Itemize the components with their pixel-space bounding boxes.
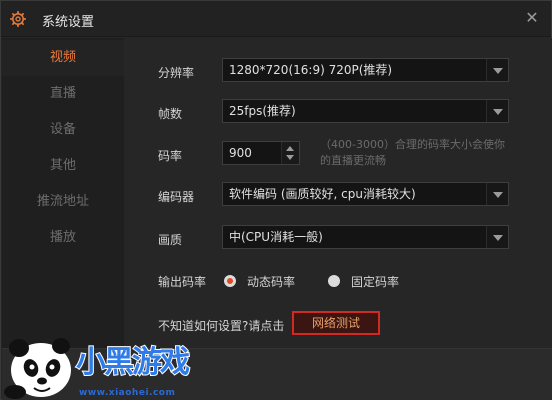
window-title: 系统设置 [42, 15, 95, 30]
resolution-label: 分辨率 [158, 66, 195, 80]
encoder-value: 软件编码 (画质较好, cpu消耗较大) [229, 187, 416, 201]
close-button[interactable]: ✕ [523, 9, 541, 27]
bitrate-value: 900 [229, 146, 252, 160]
sidebar-item-live[interactable]: 直播 [2, 76, 124, 112]
sidebar-item-other[interactable]: 其他 [2, 148, 124, 184]
bitrate-label: 码率 [158, 149, 183, 163]
network-test-button[interactable]: 网络测试 [292, 311, 380, 335]
close-icon: ✕ [525, 8, 539, 27]
fixed-bitrate-label[interactable]: 固定码率 [351, 273, 399, 290]
bitrate-stepper[interactable] [281, 142, 299, 164]
dynamic-bitrate-radio[interactable] [224, 275, 236, 287]
chevron-down-icon [486, 183, 508, 205]
chevron-down-icon [486, 59, 508, 81]
bitrate-input[interactable]: 900 [222, 141, 300, 165]
quality-value: 中(CPU消耗一般) [229, 230, 323, 244]
chevron-down-icon [486, 226, 508, 248]
bitrate-hint: （400-3000）合理的码率大小会使你的直播更流畅 [320, 138, 505, 167]
chevron-down-icon[interactable] [286, 155, 294, 160]
output-bitrate-label: 输出码率 [158, 275, 207, 289]
resolution-value: 1280*720(16:9) 720P(推荐) [229, 63, 393, 77]
encoder-label: 编码器 [158, 190, 195, 204]
quality-label: 画质 [158, 233, 183, 247]
gear-icon [10, 11, 26, 27]
settings-window: 系统设置 ✕ 视频 直播 设备 其他 推流地址 播放 分辨率 1280*720(… [0, 0, 552, 400]
encoder-select[interactable]: 软件编码 (画质较好, cpu消耗较大) [222, 182, 509, 206]
brand-text: 小黑游戏 [75, 344, 191, 381]
chevron-down-icon [486, 100, 508, 122]
resolution-select[interactable]: 1280*720(16:9) 720P(推荐) [222, 58, 509, 82]
brand-url: www.xiaohei.com [79, 388, 176, 398]
quality-select[interactable]: 中(CPU消耗一般) [222, 225, 509, 249]
dynamic-bitrate-label[interactable]: 动态码率 [247, 273, 295, 290]
sidebar-item-device[interactable]: 设备 [2, 112, 124, 148]
sidebar-item-playback[interactable]: 播放 [2, 220, 124, 256]
fps-value: 25fps(推荐) [229, 104, 296, 118]
sidebar-item-video[interactable]: 视频 [2, 40, 124, 76]
fps-label: 帧数 [158, 107, 183, 121]
fps-select[interactable]: 25fps(推荐) [222, 99, 509, 123]
fixed-bitrate-radio[interactable] [328, 275, 340, 287]
sidebar-item-stream-url[interactable]: 推流地址 [2, 184, 124, 220]
settings-sidebar: 视频 直播 设备 其他 推流地址 播放 [2, 38, 124, 348]
chevron-up-icon[interactable] [286, 146, 294, 151]
title-bar: 系统设置 ✕ [1, 1, 551, 37]
video-settings-panel: 分辨率 1280*720(16:9) 720P(推荐) 帧数 25fps(推荐)… [125, 38, 552, 348]
